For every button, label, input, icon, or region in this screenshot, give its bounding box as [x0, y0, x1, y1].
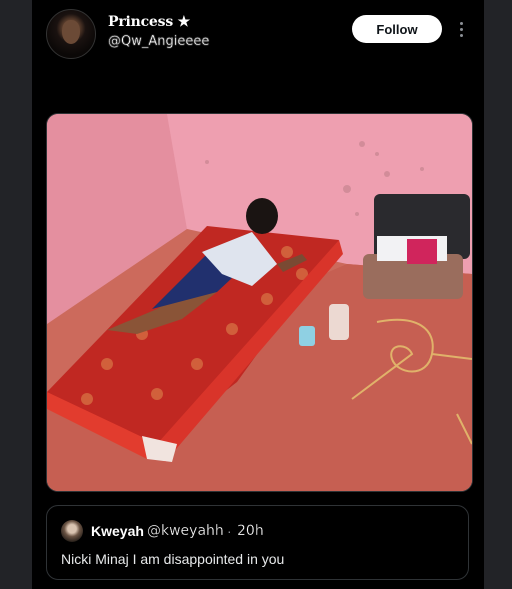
more-vertical-icon[interactable] [454, 18, 468, 40]
quoted-post-time[interactable]: 20h [237, 523, 264, 539]
quoted-author-name[interactable]: Kweyah [91, 523, 144, 539]
quoted-post-text: Nicki Minaj I am disappointed in you [61, 551, 285, 567]
author-name[interactable]: Princess ★ [108, 14, 190, 30]
quoted-author-handle[interactable]: @kweyahh [147, 523, 224, 539]
follow-button[interactable]: Follow [352, 15, 442, 43]
quoted-author-avatar[interactable] [61, 520, 83, 542]
quoted-separator: · [227, 523, 232, 539]
post-image[interactable] [46, 113, 473, 492]
quoted-post[interactable]: Kweyah @kweyahh · 20h Nicki Minaj I am d… [46, 505, 469, 580]
author-handle[interactable]: @Qw_Angieeee [108, 34, 210, 49]
tweet-card: Princess ★ @Qw_Angieeee Follow Kweyah @k… [32, 0, 484, 589]
avatar-face [62, 20, 80, 44]
author-avatar[interactable] [46, 9, 96, 59]
